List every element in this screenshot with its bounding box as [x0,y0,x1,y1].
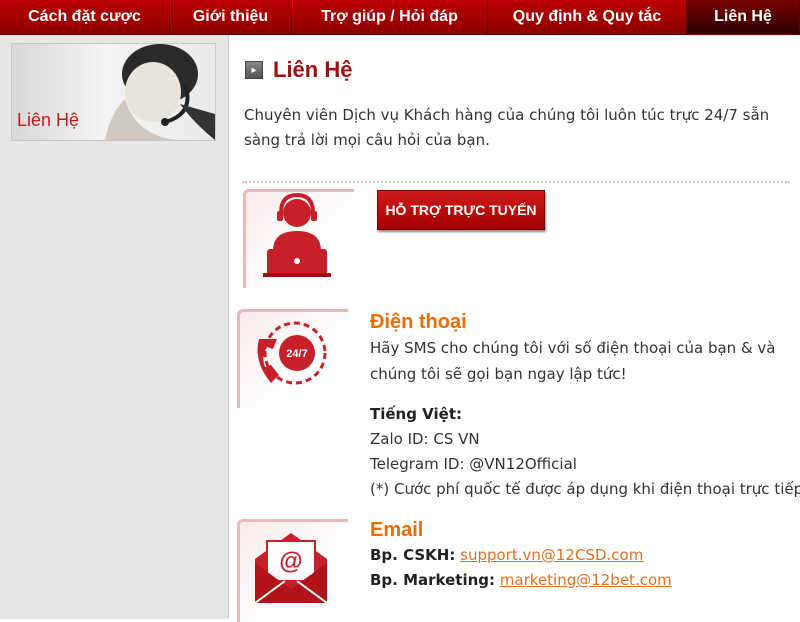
email-marketing-row: Bp. Marketing: marketing@12bet.com [370,567,672,593]
email-icon-box: @ [237,519,348,622]
zalo-id: Zalo ID: CS VN [370,430,480,448]
left-sidebar: Liên Hệ [0,35,229,619]
svg-text:@: @ [279,548,302,575]
nav-item-betting-guide[interactable]: Cách đặt cược [0,0,170,34]
cskh-email-link[interactable]: support.vn@12CSD.com [460,546,643,564]
email-envelope-icon: @ [254,533,328,604]
marketing-email-link[interactable]: marketing@12bet.com [500,571,672,589]
arrow-right-icon: ▸ [245,61,263,79]
nav-item-help-faq[interactable]: Trợ giúp / Hỏi đáp [292,0,488,34]
headset-agent-icon [263,192,331,277]
phone-icon-box: 24/7 [237,309,348,408]
main-content: ▸ Liên Hệ Chuyên viên Dịch vụ Khách hàng… [229,35,800,622]
language-heading: Tiếng Việt: [370,405,463,423]
phone-section-title: Điện thoại [370,311,467,333]
nav-item-rules[interactable]: Quy định & Quy tắc [488,0,687,34]
divider [242,181,790,183]
phone-description: Hãy SMS cho chúng tôi với số điện thoại … [370,339,776,383]
contact-banner: Liên Hệ [11,43,216,141]
nav-item-contact[interactable]: Liên Hệ [687,0,800,34]
email-section-title: Email [370,519,424,541]
intro-text: Chuyên viên Dịch vụ Khách hàng của chúng… [244,106,770,149]
email-cskh-row: Bp. CSKH: support.vn@12CSD.com [370,542,643,568]
telegram-id: Telegram ID: @VN12Official [370,455,577,473]
international-fee-note: (*) Cước phí quốc tế được áp dụng khi đi… [370,480,800,498]
nav-item-about[interactable]: Giới thiệu [170,0,292,34]
marketing-label: Bp. Marketing: [370,571,496,589]
page-title: Liên Hệ [273,57,353,82]
cskh-label: Bp. CSKH: [370,546,456,564]
live-support-button[interactable]: HỖ TRỢ TRỰC TUYẾN [377,190,545,230]
icon-24-7-text: 24/7 [286,348,307,360]
top-nav: Cách đặt cược Giới thiệu Trợ giúp / Hỏi … [0,0,800,35]
support-agent-photo-icon [105,44,215,140]
banner-label: Liên Hệ [17,110,80,130]
page-title-row: ▸ Liên Hệ [245,57,352,83]
live-support-icon-box [243,189,354,288]
phone-24-7-icon: 24/7 [257,321,327,385]
